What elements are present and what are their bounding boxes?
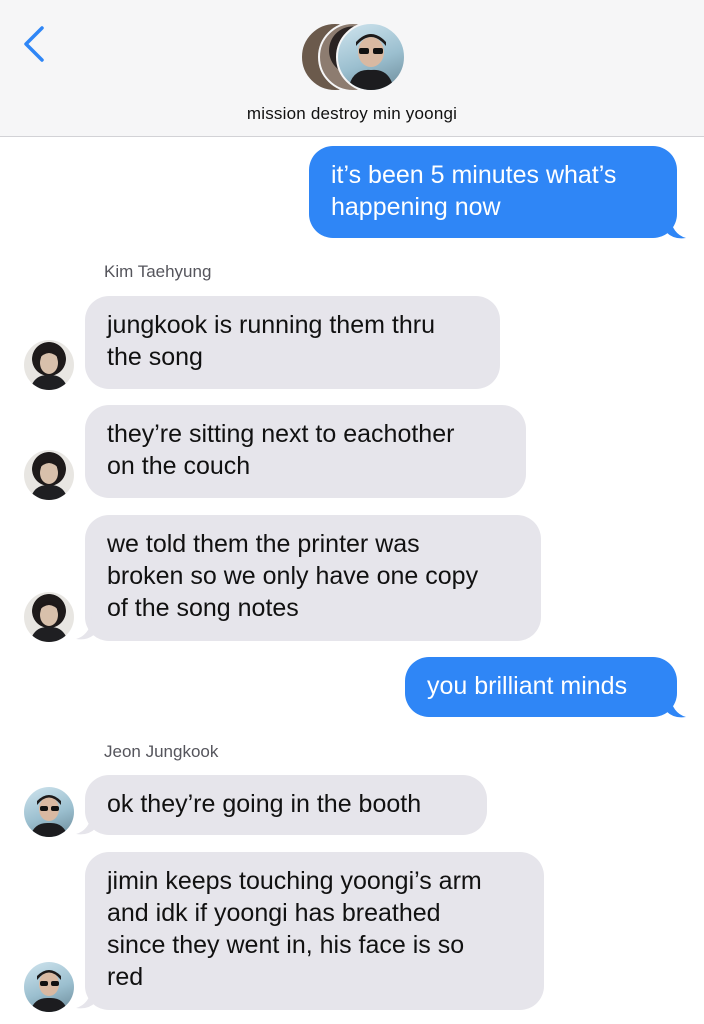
bubble-tail [666, 695, 686, 718]
contact-avatar[interactable] [24, 450, 74, 500]
incoming-message-bubble[interactable]: they’re sitting next to eachother on the… [85, 405, 526, 498]
sender-name: Kim Taehyung [104, 262, 212, 281]
message-thread-screen: mission destroy min yoongi it’s been 5 m… [0, 0, 704, 1024]
conversation-title[interactable]: mission destroy min yoongi [0, 104, 704, 124]
chevron-left-icon [24, 26, 44, 62]
contact-avatar[interactable] [24, 592, 74, 642]
bubble-tail [76, 812, 96, 835]
incoming-message-bubble[interactable]: jimin keeps touching yoongi’s arm and id… [85, 852, 544, 1010]
contact-avatar[interactable] [24, 787, 74, 837]
contact-avatar[interactable] [24, 962, 74, 1012]
conversation-header: mission destroy min yoongi [0, 0, 704, 137]
group-member-avatar [336, 22, 406, 92]
bubble-tail [76, 986, 96, 1009]
outgoing-message-bubble[interactable]: it’s been 5 minutes what’s happening now [309, 146, 677, 238]
bubble-tail [76, 617, 96, 640]
incoming-message-bubble[interactable]: jungkook is running them thru the song [85, 296, 500, 389]
outgoing-message-bubble[interactable]: you brilliant minds [405, 657, 677, 717]
sender-name: Jeon Jungkook [104, 742, 219, 761]
back-button[interactable] [16, 22, 56, 66]
contact-avatar[interactable] [24, 340, 74, 390]
incoming-message-bubble[interactable]: we told them the printer was broken so w… [85, 515, 541, 641]
group-avatar-stack[interactable] [300, 22, 406, 92]
bubble-tail [666, 216, 686, 239]
incoming-message-bubble[interactable]: ok they’re going in the booth [85, 775, 487, 835]
